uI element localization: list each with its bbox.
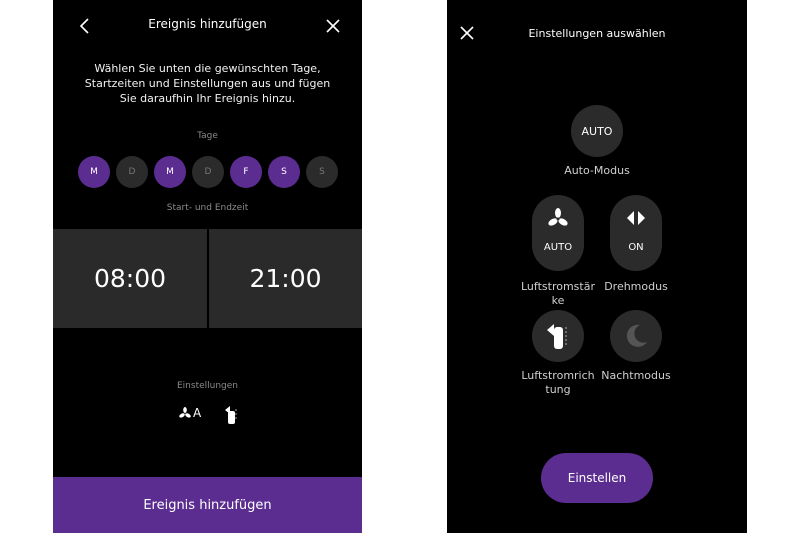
fan-icon bbox=[179, 407, 191, 418]
day-saturday-toggle[interactable]: S bbox=[268, 156, 300, 188]
night-mode-label: Nachtmodus bbox=[601, 369, 671, 382]
days-label: Tage bbox=[197, 131, 218, 141]
page-title: Einstellungen auswählen bbox=[528, 27, 666, 40]
add-event-screen: Ereignis hinzufügen Wählen Sie unten die… bbox=[53, 0, 362, 533]
airflow-direction-label-line1: Luftstromrich bbox=[521, 369, 595, 382]
start-time-picker[interactable]: 08:00 bbox=[53, 229, 207, 328]
day-thursday-toggle[interactable]: D bbox=[192, 156, 224, 188]
auto-mode-label: Auto-Modus bbox=[564, 164, 630, 177]
instructions-text: Wählen Sie unten die gewünschten Tage, S… bbox=[84, 62, 331, 105]
airflow-direction-icon bbox=[547, 324, 567, 349]
airflow-speed-value: AUTO bbox=[543, 242, 573, 253]
airflow-direction-button[interactable] bbox=[532, 310, 584, 362]
auto-mode-button[interactable]: AUTO bbox=[571, 105, 623, 157]
add-event-button[interactable]: Ereignis hinzufügen bbox=[53, 477, 362, 533]
airflow-direction-label-line2: tung bbox=[545, 383, 571, 396]
airflow-speed-label: Luftstromstär ke bbox=[517, 280, 599, 308]
airflow-direction-label: Luftstromrich tung bbox=[517, 369, 599, 397]
time-label: Start- und Endzeit bbox=[166, 203, 249, 213]
night-mode-button[interactable] bbox=[610, 310, 662, 362]
airflow-setting-indicator: A bbox=[179, 406, 201, 420]
set-button[interactable]: Einstellen bbox=[541, 453, 653, 503]
settings-summary: A bbox=[53, 406, 362, 428]
close-icon[interactable] bbox=[323, 16, 343, 36]
oscillation-icon bbox=[627, 211, 645, 225]
day-selector: M D M D F S S bbox=[78, 156, 338, 188]
airflow-setting-text: A bbox=[193, 406, 202, 420]
end-time-picker[interactable]: 21:00 bbox=[209, 229, 362, 328]
airflow-speed-label-line2: ke bbox=[551, 294, 565, 307]
airflow-direction-icon bbox=[225, 406, 237, 424]
oscillation-value: ON bbox=[628, 242, 644, 253]
moon-icon bbox=[626, 324, 647, 347]
day-friday-toggle[interactable]: F bbox=[230, 156, 262, 188]
day-wednesday-toggle[interactable]: M bbox=[154, 156, 186, 188]
page-title: Ereignis hinzufügen bbox=[148, 17, 267, 31]
select-settings-screen: Einstellungen auswählen AUTO Auto-Modus … bbox=[447, 0, 747, 533]
settings-label: Einstellungen bbox=[176, 381, 238, 391]
day-sunday-toggle[interactable]: S bbox=[306, 156, 338, 188]
airflow-speed-label-line1: Luftstromstär bbox=[521, 280, 595, 293]
oscillation-button[interactable]: ON bbox=[610, 195, 662, 271]
oscillation-label: Drehmodus bbox=[604, 280, 668, 293]
airflow-speed-button[interactable]: AUTO bbox=[532, 195, 584, 271]
day-tuesday-toggle[interactable]: D bbox=[116, 156, 148, 188]
fan-icon bbox=[548, 208, 568, 226]
day-monday-toggle[interactable]: M bbox=[78, 156, 110, 188]
